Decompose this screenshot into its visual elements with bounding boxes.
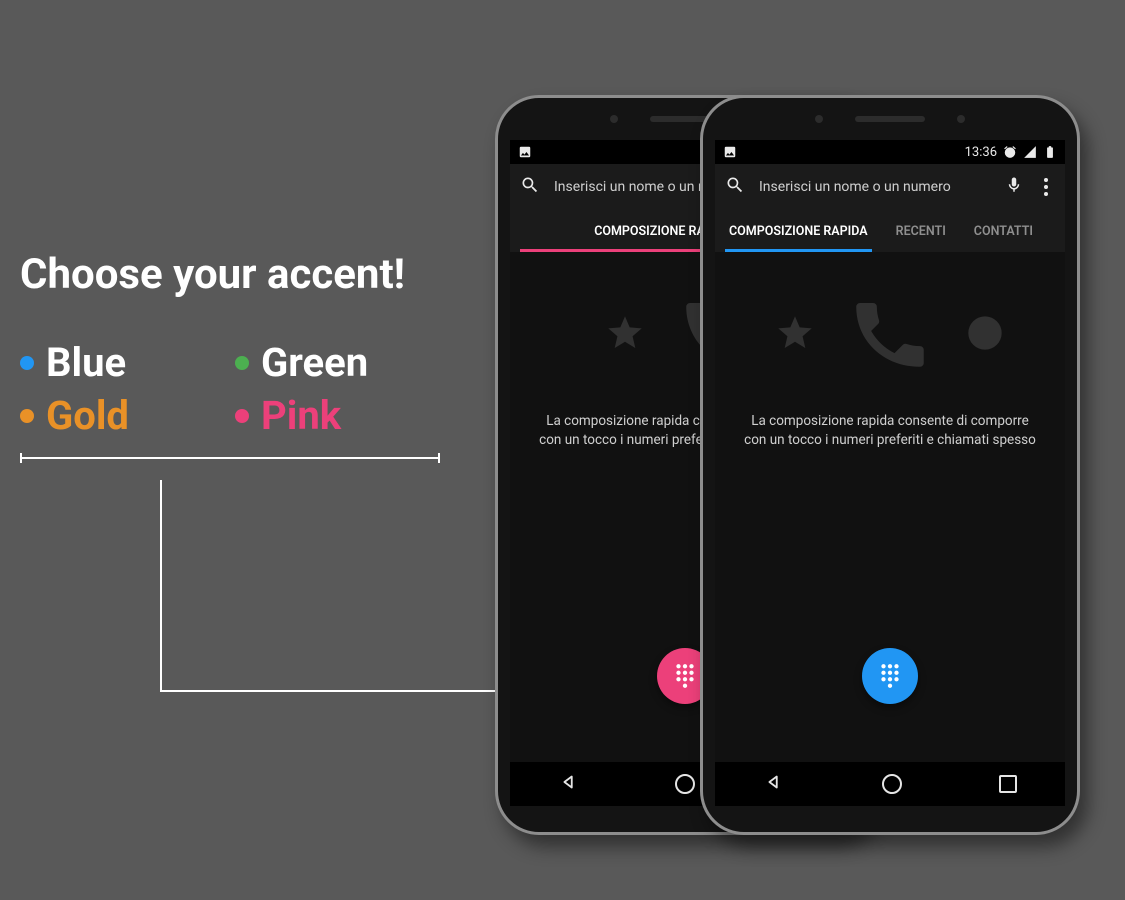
tab-recent[interactable]: RECENTI (882, 210, 960, 252)
accent-option-pink: Pink (235, 392, 440, 439)
phone-mockup-blue: 13:36 Inserisci un nome o un numero (700, 95, 1080, 835)
phone-icon (845, 288, 935, 382)
speed-dial-body: La composizione rapida consente di compo… (715, 252, 1065, 762)
nav-home-icon[interactable] (675, 774, 695, 794)
accent-label: Gold (46, 392, 129, 439)
star-icon (775, 313, 815, 357)
clock-icon (965, 313, 1005, 357)
accent-label: Pink (261, 392, 341, 439)
alarm-icon (1003, 145, 1017, 159)
search-bar[interactable]: Inserisci un nome o un numero (715, 164, 1065, 210)
dot-icon (235, 356, 249, 370)
promo-text-column: Choose your accent! Blue Green Gold Pink (20, 250, 440, 459)
accent-option-gold: Gold (20, 392, 225, 439)
mic-icon[interactable] (1005, 176, 1023, 198)
accent-label: Blue (46, 339, 126, 386)
divider (20, 457, 440, 459)
accent-options: Blue Green Gold Pink (20, 339, 440, 439)
nav-home-icon[interactable] (882, 774, 902, 794)
search-icon (520, 175, 540, 199)
dot-icon (20, 356, 34, 370)
dot-icon (235, 409, 249, 423)
dialpad-icon (877, 663, 903, 689)
tab-contacts[interactable]: CONTATTI (960, 210, 1047, 252)
signal-icon (1023, 145, 1037, 159)
image-icon (518, 145, 532, 159)
android-nav-bar (715, 762, 1065, 806)
search-placeholder: Inserisci un nome o un numero (759, 179, 991, 195)
empty-state-text: La composizione rapida consente di compo… (730, 412, 1050, 450)
dialpad-icon (672, 663, 698, 689)
accent-option-blue: Blue (20, 339, 225, 386)
connector-line (160, 480, 162, 690)
status-bar: 13:36 (715, 140, 1065, 164)
dot-icon (20, 409, 34, 423)
nav-back-icon[interactable] (558, 771, 580, 797)
empty-line: con un tocco i numeri preferiti e chiama… (744, 431, 1036, 450)
phone-screen: 13:36 Inserisci un nome o un numero (715, 140, 1065, 806)
phone-speaker (855, 116, 925, 122)
nav-back-icon[interactable] (763, 771, 785, 797)
accent-label: Green (261, 339, 368, 386)
dialpad-fab[interactable] (862, 648, 918, 704)
empty-state-icons (775, 288, 1005, 382)
battery-icon (1043, 145, 1057, 159)
status-time: 13:36 (965, 145, 997, 160)
empty-line: La composizione rapida consente di compo… (744, 412, 1036, 431)
accent-option-green: Green (235, 339, 440, 386)
image-icon (723, 145, 737, 159)
search-icon (725, 175, 745, 199)
headline: Choose your accent! (20, 250, 440, 299)
nav-recent-icon[interactable] (999, 775, 1017, 793)
star-icon (605, 313, 645, 357)
overflow-menu-icon[interactable] (1037, 178, 1055, 196)
tab-bar: COMPOSIZIONE RAPIDA RECENTI CONTATTI (715, 210, 1065, 252)
tab-speed-dial[interactable]: COMPOSIZIONE RAPIDA (715, 210, 882, 252)
